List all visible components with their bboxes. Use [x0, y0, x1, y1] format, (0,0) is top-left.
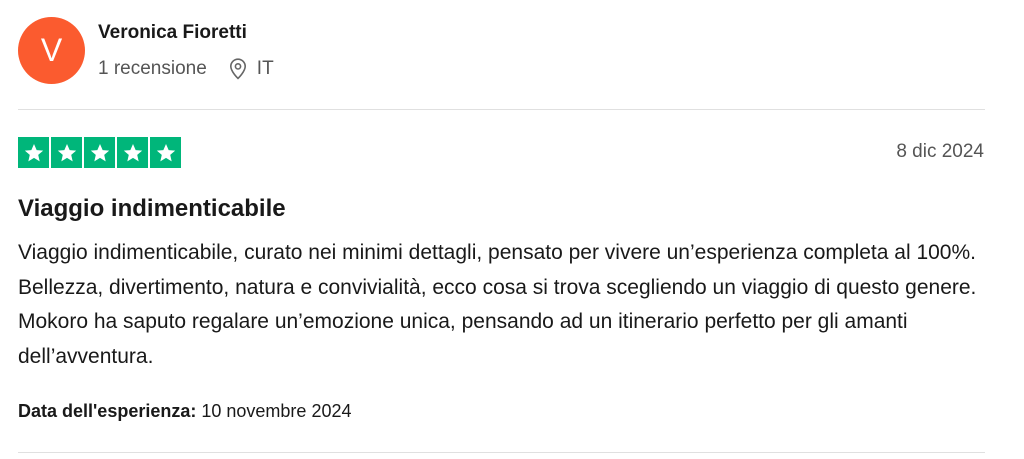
star-rating — [18, 137, 181, 168]
experience-date: Data dell'esperienza: 10 novembre 2024 — [18, 401, 351, 422]
star-icon — [150, 137, 181, 168]
divider — [18, 452, 985, 453]
avatar[interactable]: V — [18, 17, 85, 84]
divider — [18, 109, 985, 110]
review-title[interactable]: Viaggio indimenticabile — [18, 195, 286, 223]
reviewer-meta: 1 recensione IT — [98, 56, 274, 82]
location-pin-icon — [229, 58, 246, 80]
star-icon — [84, 137, 115, 168]
review-date: 8 dic 2024 — [896, 141, 984, 162]
experience-date-label: Data dell'esperienza: — [18, 401, 197, 421]
review-body: Viaggio indimenticabile, curato nei mini… — [18, 241, 977, 368]
experience-date-value: 10 novembre 2024 — [201, 401, 352, 421]
review-count: 1 recensione — [98, 58, 207, 79]
star-icon — [117, 137, 148, 168]
star-icon — [51, 137, 82, 168]
country-code: IT — [256, 58, 274, 79]
reviewer-name[interactable]: Veronica Fioretti — [98, 22, 247, 44]
reviewer-location: IT — [229, 58, 274, 80]
star-icon — [18, 137, 49, 168]
review-card: V Veronica Fioretti 1 recensione IT 8 di… — [0, 0, 1024, 459]
